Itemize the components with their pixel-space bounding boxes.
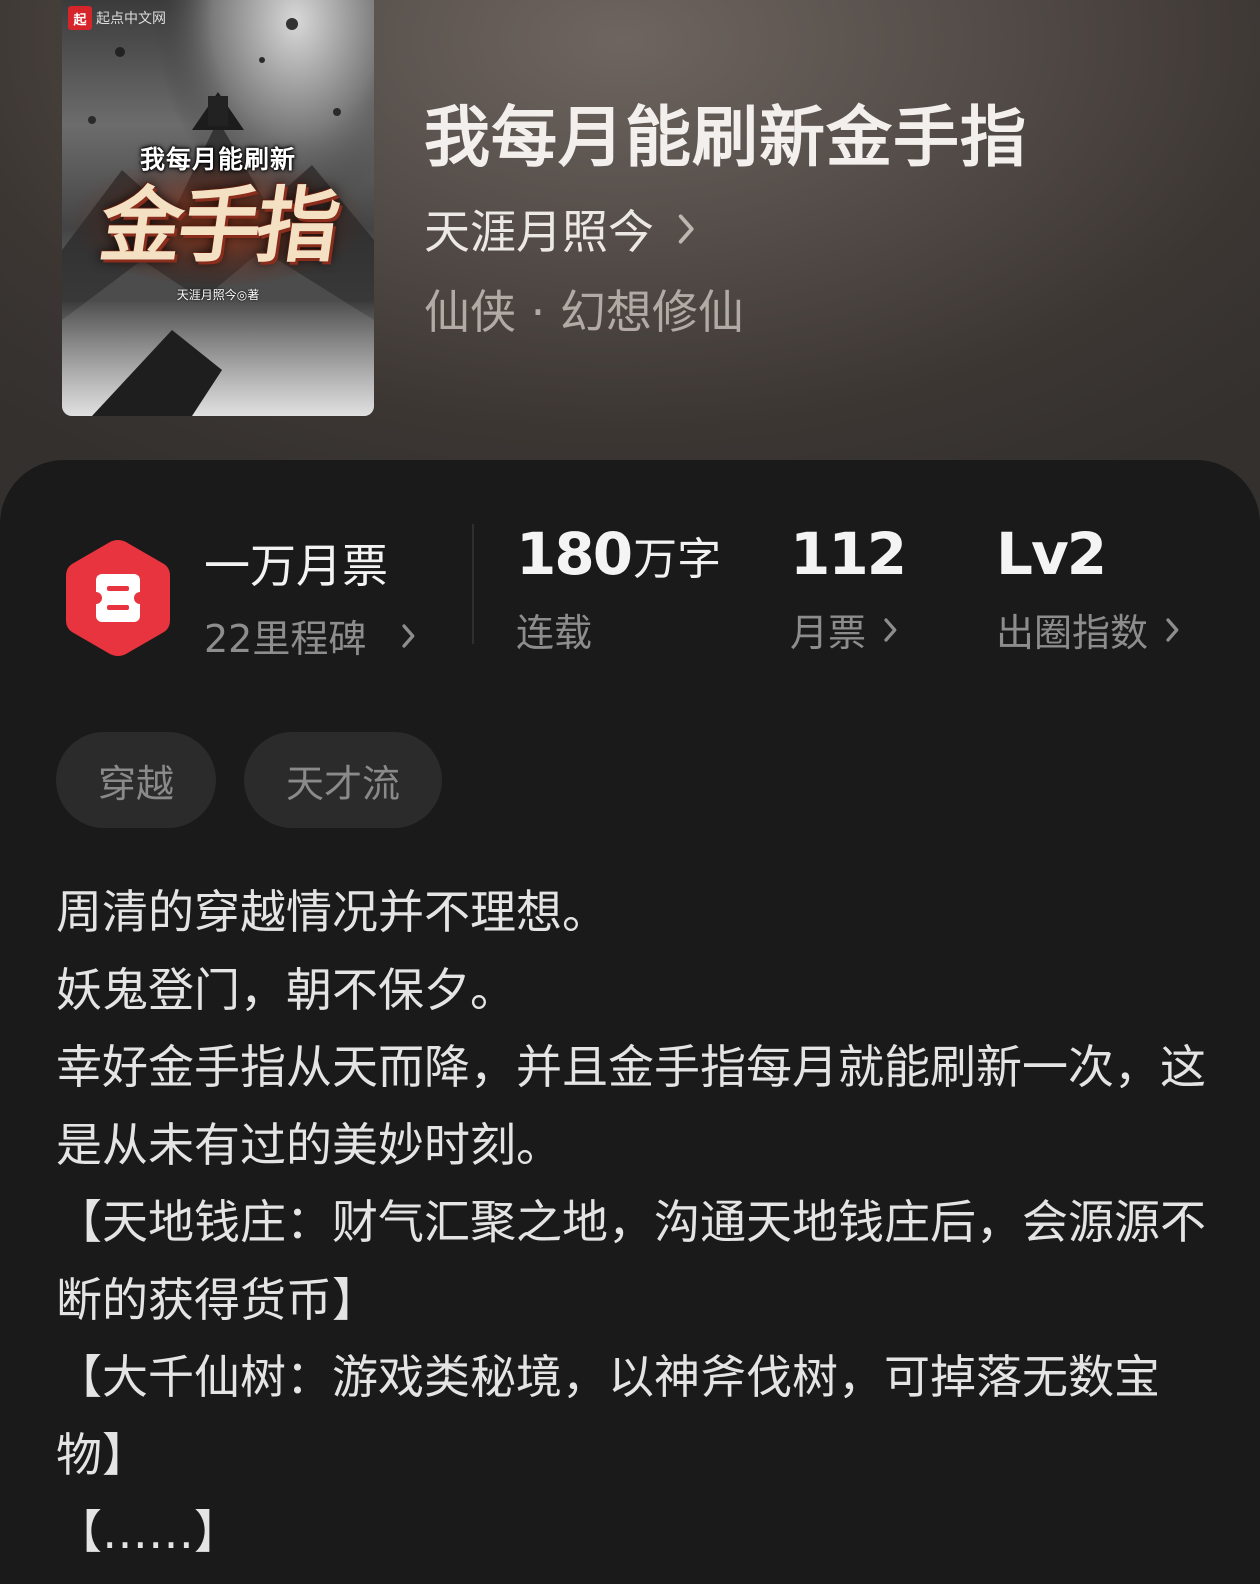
cover-title-text: 金手指 [94,178,342,274]
synopsis-line: 【……】 [56,1505,240,1559]
chevron-right-icon [884,617,897,642]
milestone-stat[interactable]: 一万月票 22里程碑 [204,530,424,663]
book-synopsis: 周清的穿越情况并不理想。 妖鬼登门，朝不保夕。 幸好金手指从天而降，并且金手指每… [56,874,1216,1572]
serial-status-label: 连载 [516,611,593,655]
tag-chip[interactable]: 穿越 [56,732,217,828]
word-count-unit: 万字 [633,534,722,585]
chevron-right-icon [402,623,415,648]
book-title: 我每月能刷新金手指 [424,99,1027,176]
synopsis-line: 【大千仙树：游戏类秘境，以神斧伐树，可掉落无数宝物】 [56,1350,1160,1482]
milestone-subtitle: 22里程碑 [204,617,367,661]
word-count-stat: 180 万字 连载 [516,520,721,657]
cover-publisher-logo: 起 起点中文网 [68,6,166,30]
synopsis-line: 妖鬼登门，朝不保夕。 [56,962,516,1017]
stats-divider [472,524,474,644]
book-genre[interactable]: 仙侠 · 幻想修仙 [424,276,744,342]
word-count-number: 180 [516,520,633,588]
publisher-name: 起点中文网 [96,11,166,27]
popularity-level-label: 出圈指数 [996,611,1149,655]
tag-list: 穿越 天才流 [56,732,443,828]
monthly-votes-label: 月票 [790,611,867,655]
publisher-badge: 起 [68,6,92,30]
monthly-votes-number: 112 [790,520,907,588]
author-link[interactable]: 天涯月照今 [424,196,706,262]
synopsis-line: 幸好金手指从天而降，并且金手指每月就能刷新一次，这是从未有过的美妙时刻。 [56,1040,1206,1172]
author-name: 天涯月照今 [424,205,654,259]
synopsis-line: 周清的穿越情况并不理想。 [56,885,608,939]
popularity-level-number: Lv2 [996,520,1107,588]
book-header: 起 起点中文网 我每月能刷新 金手指 天涯月照今◎著 我每月能刷新金手指 天涯月… [0,0,1260,520]
book-cover-image[interactable]: 起 起点中文网 我每月能刷新 金手指 天涯月照今◎著 [62,0,374,416]
stats-row: 一万月票 22里程碑 180 万字 连载 112 月票 Lv2 出圈指数 [0,460,1260,690]
monthly-votes-stat[interactable]: 112 月票 [790,520,907,657]
cover-subtitle-text: 我每月能刷新 [139,145,296,174]
popularity-level-stat[interactable]: Lv2 出圈指数 [996,520,1188,657]
chevron-right-icon [678,214,694,244]
synopsis-line: 【天地钱庄：财气汇聚之地，沟通天地钱庄后，会源源不断的获得货币】 [56,1195,1206,1327]
milestone-title: 一万月票 [204,539,388,593]
tag-chip[interactable]: 天才流 [244,732,443,828]
ticket-hexagon-icon[interactable] [62,536,174,660]
chevron-right-icon [1166,617,1179,642]
cover-author-text: 天涯月照今◎著 [176,288,260,302]
book-detail-card: 一万月票 22里程碑 180 万字 连载 112 月票 Lv2 出圈指数 穿越 … [0,460,1260,1584]
